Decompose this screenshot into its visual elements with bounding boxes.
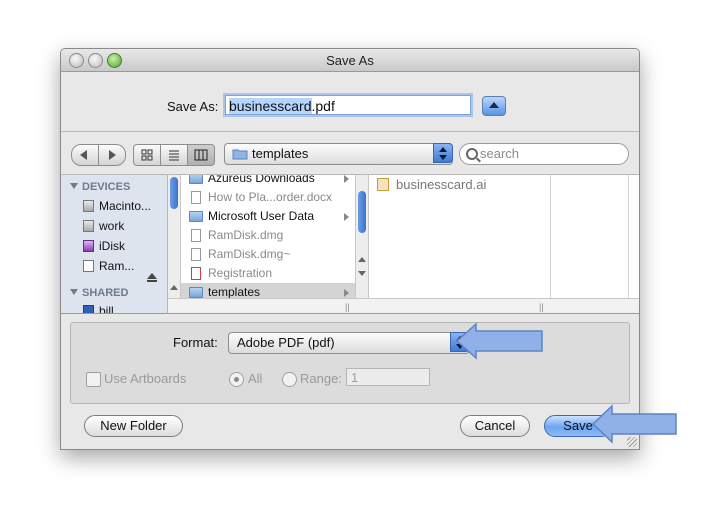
chevron-right-icon [344,175,349,183]
save-as-dialog: Save As Save As: businesscard.pdf templa… [60,48,640,450]
column-divider [550,175,551,300]
forward-button[interactable] [98,144,126,166]
list-item[interactable]: How to Pla...order.docx [181,188,355,207]
sidebar-item-idisk[interactable]: iDisk [83,239,125,253]
title-bar[interactable]: Save As [61,49,639,72]
pdf-icon [191,267,201,280]
use-artboards-label: Use Artboards [104,371,187,386]
list-item[interactable]: RamDisk.dmg~ [181,245,355,264]
save-as-label: Save As: [167,99,219,114]
column-divider [628,175,629,300]
new-folder-button[interactable]: New Folder [84,415,183,437]
document-icon [191,248,201,261]
window-title: Save As [326,53,374,68]
back-button[interactable] [71,144,99,166]
search-icon [466,148,478,160]
sidebar-item-work[interactable]: work [83,219,124,233]
illustrator-file-icon [377,178,389,191]
document-icon [191,229,201,242]
horizontal-scrollbar[interactable]: || || [168,298,639,313]
filename-selected-text: businesscard [229,98,312,114]
format-value: Adobe PDF (pdf) [237,335,335,350]
collapse-dialog-button[interactable] [482,96,506,116]
sidebar-item-bill[interactable]: bill [83,304,114,313]
browser-column-3: businesscard.ai [369,175,549,300]
callout-arrow-icon [456,322,543,360]
folder-icon [189,211,203,222]
icon-view-button[interactable] [133,144,161,166]
list-view-icon [169,150,179,161]
list-item[interactable]: businesscard.ai [369,175,543,194]
search-placeholder: search [480,146,520,161]
hard-disk-icon [83,220,94,232]
document-icon [191,191,201,204]
folder-icon [232,149,248,160]
list-item[interactable]: Azureus Downloads [181,175,355,188]
chevron-right-icon [344,213,349,221]
chevron-right-icon [109,150,116,160]
disclosure-triangle-icon [70,183,78,189]
browser-column-2: Azureus Downloads How to Pla...order.doc… [181,175,355,305]
sidebar-header-shared[interactable]: SHARED [70,287,128,299]
document-icon [83,260,94,272]
callout-arrow-icon [592,404,677,444]
hard-disk-icon [83,200,94,212]
eject-icon[interactable] [147,273,157,282]
use-artboards-checkbox[interactable] [86,372,101,387]
filename-extension: .pdf [311,98,335,114]
divider [61,131,639,132]
list-item[interactable]: Microsoft User Data [181,207,355,226]
range-radio[interactable] [282,372,297,387]
scroll-down-icon[interactable] [358,271,366,276]
format-label: Format: [173,335,218,350]
disclosure-triangle-icon [70,289,78,295]
chevron-left-icon [80,150,87,160]
range-radio-label: Range: [300,371,342,386]
chevron-right-icon [344,289,349,297]
list-item[interactable]: Registration [181,264,355,283]
column-resize-handle[interactable]: || [345,302,350,312]
sidebar-header-devices[interactable]: DEVICES [70,181,130,193]
filename-field[interactable]: businesscard.pdf [225,95,471,115]
location-label: templates [252,146,309,161]
list-item[interactable]: RamDisk.dmg [181,226,355,245]
divider [61,313,639,314]
search-field[interactable]: search [459,143,629,165]
column-resize-handle[interactable]: || [539,302,544,312]
idisk-icon [83,240,94,252]
location-popup[interactable]: templates [224,143,453,165]
list-view-button[interactable] [160,144,188,166]
all-radio-label: All [248,371,263,386]
scroll-up-icon[interactable] [170,285,178,290]
column1-scrollbar[interactable] [168,175,181,313]
range-field[interactable]: 1 [346,368,430,386]
scroll-thumb[interactable] [170,177,178,209]
column-view-button[interactable] [187,144,215,166]
all-radio[interactable] [229,372,244,387]
scroll-thumb[interactable] [358,191,366,233]
column-view-icon [194,149,208,161]
folder-icon [189,175,203,184]
network-computer-icon [83,305,94,313]
icon-view-icon [141,149,153,161]
scroll-up-icon[interactable] [358,257,366,262]
format-popup[interactable]: Adobe PDF (pdf) [228,332,470,354]
sidebar: DEVICES Macinto... work iDisk Ram... SHA… [61,175,168,313]
column2-scrollbar[interactable] [355,175,369,313]
sidebar-item-ramdisk[interactable]: Ram... [83,259,134,273]
cancel-button[interactable]: Cancel [460,415,530,437]
popup-stepper-icon [433,143,453,163]
sidebar-item-macintosh[interactable]: Macinto... [83,199,151,213]
file-browser: Azureus Downloads How to Pla...order.doc… [168,175,639,313]
folder-icon [189,287,203,298]
